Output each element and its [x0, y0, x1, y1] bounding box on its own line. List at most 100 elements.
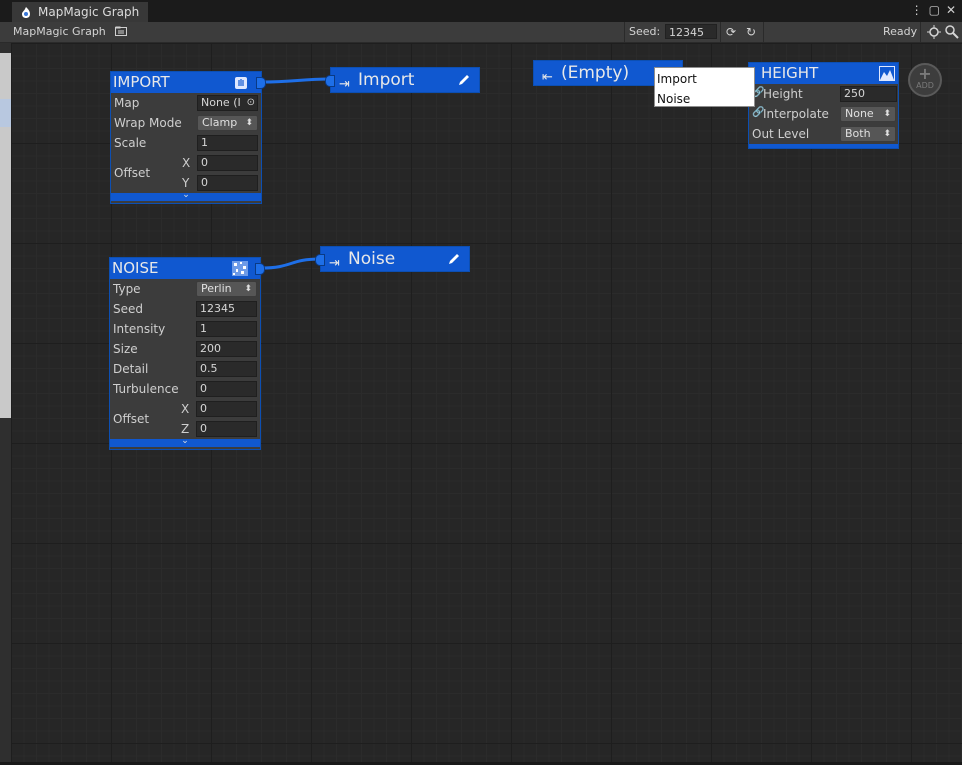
height-node[interactable]: HEIGHT 🔗 Height 250 🔗 Interpolate None ⬍…	[748, 62, 899, 149]
map-label: Map	[114, 96, 140, 110]
graph-toolbar: MapMagic Graph Seed: 12345 ⟳ ↻ Ready	[0, 22, 962, 43]
tab-mapmagic-graph[interactable]: MapMagic Graph	[12, 2, 148, 22]
mapmagic-logo-icon	[22, 7, 30, 18]
portal-exit-icon: ⇤	[542, 70, 553, 85]
toolbar-divider	[763, 22, 764, 42]
import-portal-label: Import	[358, 70, 415, 90]
refresh-icon[interactable]: ⟳	[723, 24, 739, 40]
type-row: Type Perlin ⬍	[110, 279, 260, 299]
noise-output-port[interactable]	[255, 263, 265, 275]
noise-node-footer[interactable]: ⌄	[110, 436, 260, 447]
noise-node-header[interactable]: NOISE	[110, 258, 260, 279]
map-field[interactable]: None (I ⊙	[197, 95, 258, 111]
import-node-footer[interactable]: ⌄	[111, 190, 261, 201]
import-portal-node[interactable]: ⇥ Import	[330, 67, 480, 93]
intensity-field[interactable]: 1	[196, 321, 257, 337]
popup-item-import[interactable]: Import	[657, 72, 697, 86]
portal-enter-icon: ⇥	[339, 77, 350, 92]
interpolate-value: None	[845, 107, 874, 120]
out-level-dropdown[interactable]: Both ⬍	[840, 126, 896, 142]
height-node-header[interactable]: HEIGHT	[749, 63, 898, 84]
reload-icon[interactable]: ↻	[743, 24, 759, 40]
tab-title: MapMagic Graph	[38, 5, 140, 19]
map-row: Map None (I ⊙	[111, 93, 261, 113]
noise-portal-label: Noise	[348, 249, 396, 269]
offset-y-label: Y	[182, 176, 190, 190]
intensity-row: Intensity 1	[110, 319, 260, 339]
zoom-icon[interactable]	[944, 24, 960, 40]
left-panel-edge	[0, 43, 11, 763]
popup-item-noise[interactable]: Noise	[657, 92, 690, 106]
noise-texture-icon	[232, 261, 248, 276]
portal-select-popup[interactable]: Import Noise	[654, 67, 755, 107]
toolbar-divider	[920, 22, 921, 42]
maximize-icon[interactable]: ▢	[929, 3, 940, 17]
noise-offset-label: Offset	[113, 412, 150, 426]
import-node-header[interactable]: IMPORT	[111, 72, 261, 93]
interpolate-row: 🔗 Interpolate None ⬍	[749, 104, 898, 124]
wrap-mode-dropdown[interactable]: Clamp ⬍	[197, 115, 258, 131]
import-portal-input-port[interactable]	[325, 75, 335, 87]
offset-y-field[interactable]: 0	[197, 175, 258, 191]
noise-offset-z-field[interactable]: 0	[196, 421, 257, 437]
object-picker-icon[interactable]: ⊙	[247, 96, 255, 110]
turbulence-field[interactable]: 0	[196, 381, 257, 397]
out-level-value: Both	[845, 127, 871, 140]
type-label: Type	[113, 282, 141, 296]
intensity-label: Intensity	[113, 322, 166, 336]
noise-type-dropdown[interactable]: Perlin ⬍	[196, 281, 257, 297]
interpolate-label: Interpolate	[763, 107, 829, 121]
folder-icon[interactable]	[115, 26, 127, 36]
close-icon[interactable]: ✕	[946, 3, 956, 17]
noise-node[interactable]: NOISE Type Perlin ⬍ Seed 12345 Intensity…	[109, 257, 265, 450]
pencil-icon[interactable]	[457, 73, 471, 87]
noise-offset-z-label: Z	[181, 422, 190, 436]
scale-field[interactable]: 1	[197, 135, 258, 151]
noise-portal-input-port[interactable]	[315, 254, 325, 266]
seed-input[interactable]: 12345	[665, 24, 717, 39]
height-field[interactable]: 250	[840, 86, 897, 102]
map-value: None (I	[201, 96, 241, 109]
import-node-title: IMPORT	[113, 73, 170, 91]
size-label: Size	[113, 342, 138, 356]
scale-row: Scale 1	[111, 133, 261, 153]
graph-name: MapMagic Graph	[13, 25, 106, 38]
seed-label: Seed:	[629, 25, 661, 38]
noise-node-title: NOISE	[112, 259, 159, 277]
offset-x-field[interactable]: 0	[197, 155, 258, 171]
height-row: 🔗 Height 250	[749, 84, 898, 104]
add-node-button[interactable]: + ADD	[908, 63, 942, 97]
out-level-label: Out Level	[752, 127, 810, 141]
turbulence-row: Turbulence 0	[110, 379, 260, 399]
chevron-down-icon[interactable]: ⌄	[182, 190, 190, 200]
scale-label: Scale	[114, 136, 147, 150]
height-node-footer[interactable]	[749, 144, 898, 148]
import-node[interactable]: IMPORT Map None (I ⊙ Wrap Mode Clamp ⬍ S…	[110, 71, 266, 204]
add-button-label: ADD	[916, 81, 934, 90]
import-output-port[interactable]	[256, 77, 266, 89]
height-label: Height	[763, 87, 803, 101]
noise-offset-x-field[interactable]: 0	[196, 401, 257, 417]
left-panel-highlight	[0, 99, 11, 127]
focus-icon[interactable]	[926, 24, 942, 40]
chevron-down-icon[interactable]: ⌄	[181, 436, 189, 446]
more-options-icon[interactable]: ⋮	[911, 3, 923, 17]
size-row: Size 200	[110, 339, 260, 359]
dropdown-arrow-icon: ⬍	[883, 109, 891, 119]
noise-portal-node[interactable]: ⇥ Noise	[320, 246, 470, 272]
pencil-icon[interactable]	[447, 252, 461, 266]
noise-offset-x-label: X	[181, 402, 190, 416]
noise-seed-label: Seed	[113, 302, 143, 316]
interpolate-dropdown[interactable]: None ⬍	[840, 106, 896, 122]
offset-label: Offset	[114, 166, 151, 180]
dropdown-arrow-icon: ⬍	[244, 284, 252, 294]
noise-seed-row: Seed 12345	[110, 299, 260, 319]
dropdown-arrow-icon: ⬍	[245, 118, 253, 128]
noise-seed-field[interactable]: 12345	[196, 301, 257, 317]
wrap-mode-label: Wrap Mode	[114, 116, 182, 130]
wrap-mode-value: Clamp	[202, 116, 238, 129]
turbulence-label: Turbulence	[113, 382, 179, 396]
height-node-title: HEIGHT	[761, 64, 819, 82]
size-field[interactable]: 200	[196, 341, 257, 357]
detail-field[interactable]: 0.5	[196, 361, 257, 377]
